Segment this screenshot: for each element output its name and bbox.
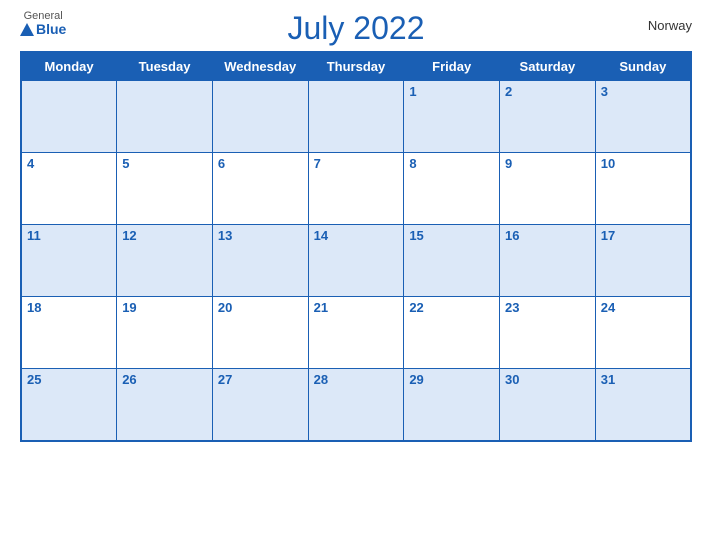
calendar-header: General Blue July 2022 Norway xyxy=(20,10,692,47)
calendar-cell: 14 xyxy=(308,225,404,297)
calendar-cell xyxy=(212,81,308,153)
calendar-cell: 29 xyxy=(404,369,500,441)
calendar-cell: 17 xyxy=(595,225,691,297)
calendar-cell: 26 xyxy=(117,369,213,441)
day-number: 25 xyxy=(27,372,41,387)
calendar-cell: 18 xyxy=(21,297,117,369)
calendar-cell: 23 xyxy=(500,297,596,369)
calendar-cell: 16 xyxy=(500,225,596,297)
day-header-friday: Friday xyxy=(404,52,500,81)
day-header-saturday: Saturday xyxy=(500,52,596,81)
day-number: 26 xyxy=(122,372,136,387)
days-header-row: MondayTuesdayWednesdayThursdayFridaySatu… xyxy=(21,52,691,81)
day-number: 15 xyxy=(409,228,423,243)
day-number: 22 xyxy=(409,300,423,315)
calendar-cell xyxy=(21,81,117,153)
week-row-2: 4 5 6 7 8 9 10 xyxy=(21,153,691,225)
day-number: 29 xyxy=(409,372,423,387)
calendar-cell: 25 xyxy=(21,369,117,441)
day-number: 21 xyxy=(314,300,328,315)
day-header-thursday: Thursday xyxy=(308,52,404,81)
calendar-cell: 31 xyxy=(595,369,691,441)
calendar-cell: 4 xyxy=(21,153,117,225)
calendar-cell: 1 xyxy=(404,81,500,153)
day-number: 2 xyxy=(505,84,512,99)
day-number: 10 xyxy=(601,156,615,171)
logo-blue-text: Blue xyxy=(20,22,66,37)
calendar-cell xyxy=(117,81,213,153)
calendar-title: July 2022 xyxy=(288,10,425,47)
calendar-cell xyxy=(308,81,404,153)
calendar-cell: 22 xyxy=(404,297,500,369)
logo-triangle-icon xyxy=(20,23,34,36)
calendar-table: MondayTuesdayWednesdayThursdayFridaySatu… xyxy=(20,51,692,442)
day-number: 11 xyxy=(27,228,41,243)
day-number: 28 xyxy=(314,372,328,387)
calendar-cell: 10 xyxy=(595,153,691,225)
day-number: 6 xyxy=(218,156,225,171)
country-label: Norway xyxy=(648,18,692,33)
day-number: 23 xyxy=(505,300,519,315)
day-number: 19 xyxy=(122,300,136,315)
day-number: 4 xyxy=(27,156,34,171)
week-row-5: 25 26 27 28 29 30 31 xyxy=(21,369,691,441)
calendar-cell: 20 xyxy=(212,297,308,369)
day-number: 13 xyxy=(218,228,232,243)
calendar-cell: 7 xyxy=(308,153,404,225)
day-number: 3 xyxy=(601,84,608,99)
calendar-cell: 5 xyxy=(117,153,213,225)
day-number: 9 xyxy=(505,156,512,171)
day-number: 27 xyxy=(218,372,232,387)
day-header-sunday: Sunday xyxy=(595,52,691,81)
calendar-cell: 3 xyxy=(595,81,691,153)
day-number: 30 xyxy=(505,372,519,387)
day-number: 1 xyxy=(409,84,416,99)
calendar-cell: 13 xyxy=(212,225,308,297)
calendar-cell: 2 xyxy=(500,81,596,153)
day-number: 12 xyxy=(122,228,136,243)
day-number: 24 xyxy=(601,300,615,315)
calendar-cell: 30 xyxy=(500,369,596,441)
day-header-tuesday: Tuesday xyxy=(117,52,213,81)
day-number: 18 xyxy=(27,300,41,315)
calendar-cell: 19 xyxy=(117,297,213,369)
day-number: 20 xyxy=(218,300,232,315)
week-row-1: 1 2 3 xyxy=(21,81,691,153)
calendar-cell: 24 xyxy=(595,297,691,369)
week-row-3: 11 12 13 14 15 16 17 xyxy=(21,225,691,297)
day-header-wednesday: Wednesday xyxy=(212,52,308,81)
day-number: 8 xyxy=(409,156,416,171)
calendar-cell: 27 xyxy=(212,369,308,441)
calendar-cell: 21 xyxy=(308,297,404,369)
logo: General Blue xyxy=(20,10,66,37)
calendar-cell: 9 xyxy=(500,153,596,225)
day-number: 17 xyxy=(601,228,615,243)
calendar-cell: 12 xyxy=(117,225,213,297)
calendar-cell: 6 xyxy=(212,153,308,225)
day-number: 31 xyxy=(601,372,615,387)
day-number: 7 xyxy=(314,156,321,171)
calendar-cell: 15 xyxy=(404,225,500,297)
calendar-cell: 11 xyxy=(21,225,117,297)
calendar-cell: 8 xyxy=(404,153,500,225)
week-row-4: 18 19 20 21 22 23 24 xyxy=(21,297,691,369)
calendar-cell: 28 xyxy=(308,369,404,441)
day-number: 16 xyxy=(505,228,519,243)
day-number: 5 xyxy=(122,156,129,171)
day-header-monday: Monday xyxy=(21,52,117,81)
day-number: 14 xyxy=(314,228,328,243)
